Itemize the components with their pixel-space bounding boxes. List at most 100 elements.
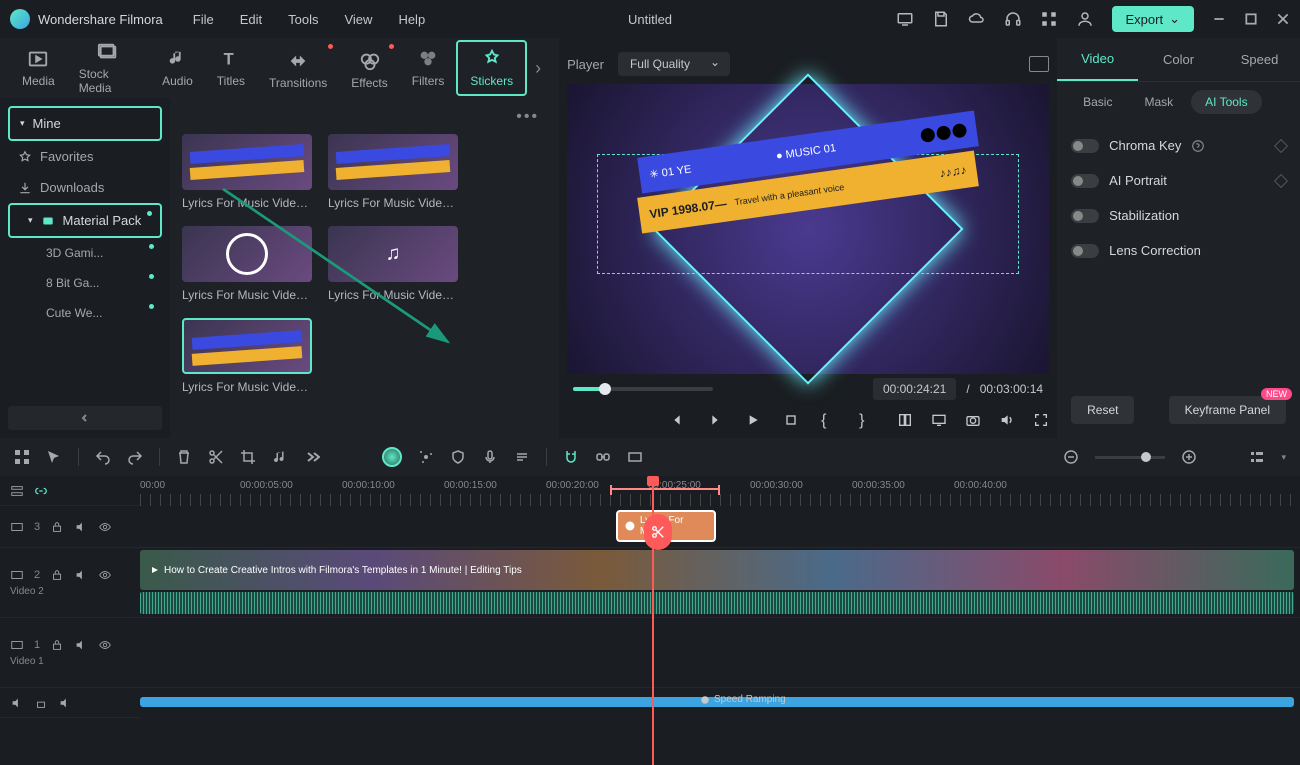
thumb-item[interactable]: Lyrics For Music Video... xyxy=(182,134,312,210)
range-marker[interactable] xyxy=(610,488,720,502)
tab-media[interactable]: Media xyxy=(10,42,67,94)
eye-icon[interactable] xyxy=(98,638,112,652)
maximize-icon[interactable] xyxy=(1244,12,1258,26)
toggle-ai-portrait[interactable] xyxy=(1071,174,1099,188)
eye-icon[interactable] xyxy=(98,520,112,534)
track-2-header[interactable]: 2 Video 2 xyxy=(0,548,140,618)
mute-icon[interactable] xyxy=(58,696,72,710)
keyframe-diamond-icon[interactable] xyxy=(1274,173,1288,187)
device-icon[interactable] xyxy=(896,10,914,28)
play-icon[interactable] xyxy=(745,412,761,428)
thumb-item[interactable]: Lyrics For Music Video... xyxy=(328,134,458,210)
marker-icon[interactable] xyxy=(514,449,530,465)
music-icon[interactable] xyxy=(272,449,288,465)
rtab-video[interactable]: Video xyxy=(1057,38,1138,81)
sidebar-downloads[interactable]: Downloads xyxy=(8,172,162,203)
prev-frame-icon[interactable] xyxy=(669,412,685,428)
track-3-header[interactable]: 3 xyxy=(0,506,140,548)
sidebar-favorites[interactable]: Favorites xyxy=(8,141,162,172)
next-frame-icon[interactable] xyxy=(707,412,723,428)
grid-more-icon[interactable]: ••• xyxy=(182,106,547,134)
subtab-ai-tools[interactable]: AI Tools xyxy=(1191,90,1261,114)
subtab-basic[interactable]: Basic xyxy=(1069,90,1126,114)
track-3[interactable]: Lyrics For Mu... xyxy=(140,506,1300,548)
sidebar-sub-3d[interactable]: 3D Gami... xyxy=(8,238,162,268)
account-icon[interactable] xyxy=(1076,10,1094,28)
close-icon[interactable] xyxy=(1276,12,1290,26)
reset-button[interactable]: Reset xyxy=(1071,396,1134,424)
undo-icon[interactable] xyxy=(95,449,111,465)
display-icon[interactable] xyxy=(931,412,947,428)
export-button[interactable]: Export⌄ xyxy=(1112,6,1194,32)
keyframe-panel-button[interactable]: Keyframe PanelNEW xyxy=(1169,396,1286,424)
thumb-item-selected[interactable]: Lyrics For Music Video... xyxy=(182,318,312,394)
mute-icon[interactable] xyxy=(74,520,88,534)
crop-icon[interactable] xyxy=(240,449,256,465)
menu-help[interactable]: Help xyxy=(398,12,425,27)
track-audio-header[interactable] xyxy=(0,688,140,718)
redo-icon[interactable] xyxy=(127,449,143,465)
mic-icon[interactable] xyxy=(482,449,498,465)
grid-icon[interactable] xyxy=(14,449,30,465)
minimize-icon[interactable] xyxy=(1212,12,1226,26)
quality-select[interactable]: Full Quality xyxy=(618,52,730,76)
tab-filters[interactable]: Filters xyxy=(400,42,457,94)
zoom-slider[interactable] xyxy=(1095,456,1165,459)
cloud-icon[interactable] xyxy=(968,10,986,28)
rtab-color[interactable]: Color xyxy=(1138,38,1219,81)
delete-icon[interactable] xyxy=(176,449,192,465)
cursor-icon[interactable] xyxy=(46,449,62,465)
more-tools-icon[interactable] xyxy=(304,449,320,465)
thumb-item[interactable]: Lyrics For Music Video... xyxy=(328,226,458,302)
snapshot-mode-icon[interactable] xyxy=(1029,56,1049,72)
magnet-icon[interactable] xyxy=(563,449,579,465)
camera-icon[interactable] xyxy=(965,412,981,428)
menu-view[interactable]: View xyxy=(344,12,372,27)
sidebar-sub-8bit[interactable]: 8 Bit Ga... xyxy=(8,268,162,298)
lock-icon[interactable] xyxy=(50,568,64,582)
preview-video[interactable]: ✳ 01 YE● MUSIC 01 VIP 1998.07—Travel wit… xyxy=(567,84,1049,374)
lock-icon[interactable] xyxy=(34,696,48,710)
view-mode-icon[interactable] xyxy=(1249,449,1265,465)
lock-icon[interactable] xyxy=(50,638,64,652)
link-icon[interactable] xyxy=(595,449,611,465)
render-indicator-icon[interactable] xyxy=(382,447,402,467)
fullscreen-icon[interactable] xyxy=(1033,412,1049,428)
sidebar-material-pack[interactable]: ▾Material Pack xyxy=(8,203,162,238)
layout-icon[interactable] xyxy=(897,412,913,428)
track-2[interactable]: How to Create Creative Intros with Filmo… xyxy=(140,548,1300,618)
headphones-icon[interactable] xyxy=(1004,10,1022,28)
menu-edit[interactable]: Edit xyxy=(240,12,262,27)
menu-tools[interactable]: Tools xyxy=(288,12,318,27)
zoom-out-icon[interactable] xyxy=(1063,449,1079,465)
seek-slider[interactable] xyxy=(573,387,713,391)
rtab-speed[interactable]: Speed xyxy=(1219,38,1300,81)
tab-effects[interactable]: Effects xyxy=(339,40,399,96)
tab-audio[interactable]: Audio xyxy=(150,42,205,94)
toggle-stabilization[interactable] xyxy=(1071,209,1099,223)
cut-handle-icon[interactable] xyxy=(644,514,672,550)
tab-stock-media[interactable]: Stock Media xyxy=(67,35,150,101)
ratio-icon[interactable] xyxy=(627,449,643,465)
toggle-chroma-key[interactable] xyxy=(1071,139,1099,153)
eye-icon[interactable] xyxy=(98,568,112,582)
mark-out-icon[interactable]: } xyxy=(859,412,875,428)
video-clip[interactable]: How to Create Creative Intros with Filmo… xyxy=(140,550,1294,590)
sidebar-collapse[interactable] xyxy=(8,406,162,430)
mark-in-icon[interactable]: { xyxy=(821,412,837,428)
apps-icon[interactable] xyxy=(1040,10,1058,28)
audio-waveform[interactable] xyxy=(140,592,1294,614)
sidebar-sub-cute[interactable]: Cute We... xyxy=(8,298,162,328)
track-1[interactable]: Speed Ramping xyxy=(140,618,1300,688)
tab-stickers[interactable]: Stickers xyxy=(456,40,527,96)
tracks-icon[interactable] xyxy=(10,484,24,498)
thumb-item[interactable]: Lyrics For Music Video... xyxy=(182,226,312,302)
sparkle-icon[interactable] xyxy=(418,449,434,465)
keyframe-diamond-icon[interactable] xyxy=(1274,138,1288,152)
mute-icon[interactable] xyxy=(74,638,88,652)
tab-transitions[interactable]: Transitions xyxy=(257,40,339,96)
menu-file[interactable]: File xyxy=(193,12,214,27)
volume-icon[interactable] xyxy=(999,412,1015,428)
stop-icon[interactable] xyxy=(783,412,799,428)
tab-titles[interactable]: TTitles xyxy=(205,42,257,94)
